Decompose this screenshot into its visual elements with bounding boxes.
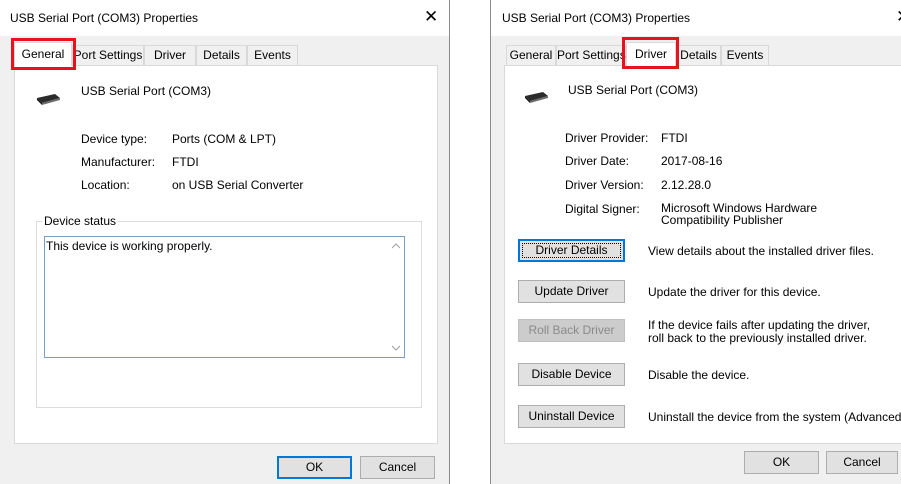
update-driver-desc: Update the driver for this device. <box>648 285 821 299</box>
cancel-label: Cancel <box>843 455 881 469</box>
ok-button[interactable]: OK <box>744 451 819 474</box>
uninstall-device-label: Uninstall Device <box>528 409 615 423</box>
close-icon[interactable]: ✕ <box>896 7 901 27</box>
device-type-value: Ports (COM & LPT) <box>172 132 277 146</box>
status-scrollbar[interactable] <box>388 237 404 357</box>
scroll-up-icon[interactable] <box>392 243 400 249</box>
cancel-button[interactable]: Cancel <box>826 451 898 474</box>
disable-device-label: Disable Device <box>531 367 612 381</box>
driver-provider-value: FTDI <box>661 131 688 145</box>
tab-events[interactable]: Events <box>721 45 769 65</box>
tab-driver[interactable]: Driver <box>144 45 196 65</box>
title-bar: USB Serial Port (COM3) Properties ✕ <box>0 0 449 36</box>
driver-tab-panel: USB Serial Port (COM3) Driver Provider: … <box>504 65 901 444</box>
ok-button[interactable]: OK <box>277 456 352 479</box>
digital-signer-value: Microsoft Windows Hardware Compatibility… <box>661 201 818 227</box>
driver-details-button[interactable]: Driver Details <box>518 239 625 262</box>
title-bar: USB Serial Port (COM3) Properties ✕ <box>491 0 901 36</box>
manufacturer-value: FTDI <box>172 155 199 169</box>
disable-device-button[interactable]: Disable Device <box>518 363 625 386</box>
driver-provider-label: Driver Provider: <box>565 131 649 145</box>
driver-details-label: Driver Details <box>535 243 608 257</box>
close-icon[interactable]: ✕ <box>424 7 438 27</box>
tab-driver[interactable]: Driver <box>626 42 676 66</box>
tab-details[interactable]: Details <box>196 45 247 65</box>
digital-signer-label: Digital Signer: <box>565 202 640 216</box>
general-properties-window: USB Serial Port (COM3) Properties ✕ Gene… <box>0 0 450 484</box>
ok-label: OK <box>772 455 791 469</box>
tab-events[interactable]: Events <box>247 45 298 65</box>
usb-device-icon <box>525 92 548 103</box>
driver-version-label: Driver Version: <box>565 178 644 192</box>
tab-general[interactable]: General <box>506 45 556 65</box>
device-name: USB Serial Port (COM3) <box>81 84 212 98</box>
general-tab-panel: USB Serial Port (COM3) Device type: Port… <box>14 65 438 444</box>
update-driver-button[interactable]: Update Driver <box>518 280 625 303</box>
driver-version-value: 2.12.28.0 <box>661 178 712 192</box>
roll-back-driver-label: Roll Back Driver <box>528 323 615 337</box>
device-status-group: Device status This device is working pro… <box>36 214 422 408</box>
tab-port-settings[interactable]: Port Settings <box>72 45 144 65</box>
driver-properties-window: USB Serial Port (COM3) Properties ✕ Gene… <box>490 0 901 484</box>
device-status-text: This device is working properly. <box>46 239 213 253</box>
tab-port-settings[interactable]: Port Settings <box>556 45 626 65</box>
window-title: USB Serial Port (COM3) Properties <box>502 11 691 25</box>
manufacturer-label: Manufacturer: <box>81 155 156 169</box>
driver-details-desc: View details about the installed driver … <box>648 244 874 258</box>
device-status-textbox[interactable]: This device is working properly. <box>44 236 405 358</box>
uninstall-device-desc: Uninstall the device from the system (Ad… <box>648 410 901 424</box>
device-name: USB Serial Port (COM3) <box>568 83 699 97</box>
driver-date-value: 2017-08-16 <box>661 154 723 168</box>
ok-label: OK <box>305 460 324 474</box>
tab-details[interactable]: Details <box>676 45 721 65</box>
uninstall-device-button[interactable]: Uninstall Device <box>518 405 625 428</box>
disable-device-desc: Disable the device. <box>648 368 750 382</box>
tab-general[interactable]: General <box>14 42 72 66</box>
roll-back-driver-desc: If the device fails after updating the d… <box>648 318 871 345</box>
device-status-legend: Device status <box>42 214 119 228</box>
device-type-label: Device type: <box>81 132 148 146</box>
location-value: on USB Serial Converter <box>172 178 304 192</box>
cancel-button[interactable]: Cancel <box>360 456 435 479</box>
location-label: Location: <box>81 178 130 192</box>
driver-date-label: Driver Date: <box>565 154 630 168</box>
usb-device-icon <box>37 94 60 105</box>
roll-back-driver-button[interactable]: Roll Back Driver <box>518 319 625 342</box>
scroll-down-icon[interactable] <box>392 345 400 351</box>
window-title: USB Serial Port (COM3) Properties <box>10 11 199 25</box>
update-driver-label: Update Driver <box>534 284 609 298</box>
cancel-label: Cancel <box>378 460 417 474</box>
